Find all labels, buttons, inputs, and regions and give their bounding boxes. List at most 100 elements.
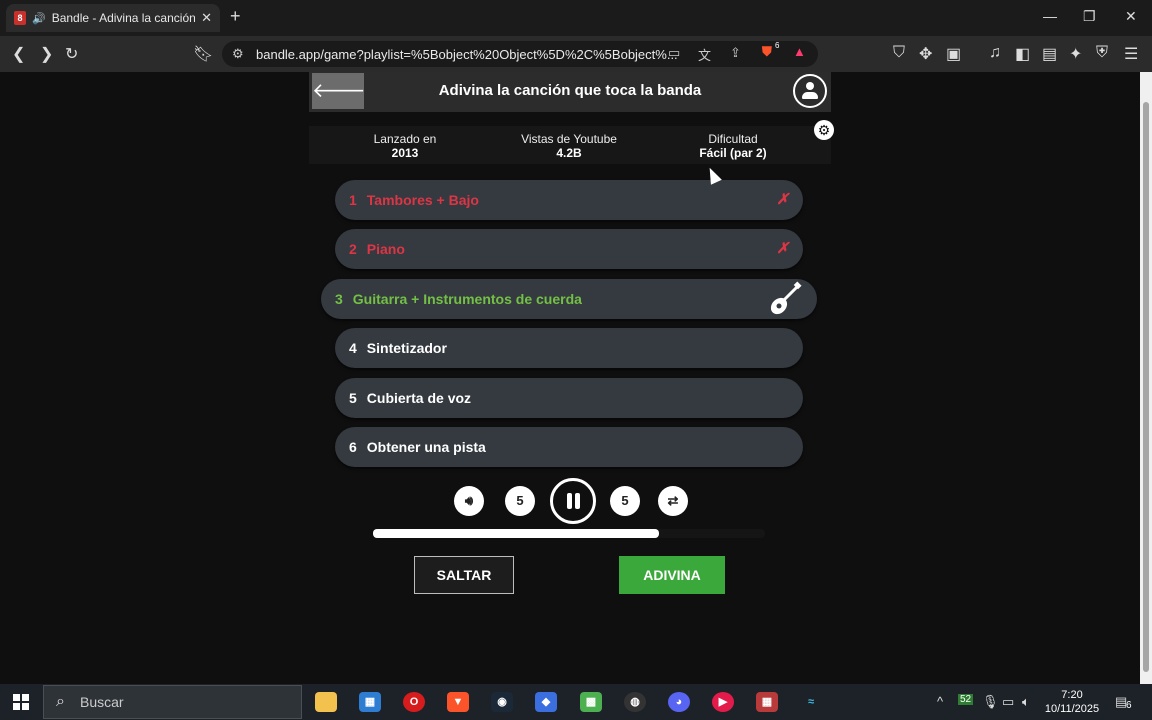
roblox-icon[interactable]: ◆ <box>535 692 557 712</box>
new-tab-button[interactable]: + <box>230 6 241 27</box>
discord-icon[interactable]: ◕ <box>668 692 690 712</box>
volume-icon: 🔊︎ <box>464 493 474 508</box>
released-label: Lanzado en <box>373 132 437 146</box>
page-scrollbar[interactable] <box>1140 72 1152 684</box>
clock[interactable]: 7:20 10/11/2025 <box>1040 688 1104 716</box>
clock-time: 7:20 <box>1061 689 1083 701</box>
sidebar-icon[interactable]: ◧ <box>1015 44 1030 64</box>
profile-icon[interactable] <box>793 74 827 108</box>
game-app-icon[interactable]: ▦ <box>756 692 778 712</box>
repeat-off-button[interactable]: ⇄ <box>658 486 688 516</box>
bookmark-icon[interactable]: 🔖︎ <box>193 44 213 64</box>
speaker-icon[interactable]: 🔊 <box>32 12 46 25</box>
repeat-off-icon: ⇄ <box>667 493 679 508</box>
skip-button[interactable]: SALTAR <box>414 556 514 594</box>
difficulty-label: Dificultad <box>708 132 758 146</box>
close-window-icon[interactable]: ✕ <box>1125 8 1137 25</box>
brave-shield-icon[interactable]: ⛊ <box>762 44 772 60</box>
back-icon[interactable]: ❮ <box>12 44 25 64</box>
taskbar-search-input[interactable]: ⌕ Buscar <box>43 685 302 719</box>
scroll-thumb[interactable] <box>1143 102 1149 672</box>
leo-ai-icon[interactable]: ✦ <box>1069 44 1082 64</box>
hint-row-number: 1 <box>349 192 357 208</box>
tab-close-icon[interactable]: ✕ <box>201 10 212 26</box>
hint-row-label: Tambores + Bajo <box>366 192 479 208</box>
store-icon[interactable]: ▦ <box>359 692 381 712</box>
page-title: Adivina la canción que toca la banda <box>438 82 702 99</box>
music-player-icon[interactable]: ▶ <box>712 692 734 712</box>
hint-row-label: Piano <box>366 241 405 257</box>
share-icon[interactable]: ⇪ <box>730 45 741 61</box>
microphone-icon[interactable]: 🎙︎ <box>982 694 999 710</box>
opera-icon[interactable]: O <box>403 692 425 712</box>
search-placeholder: Buscar <box>80 694 124 710</box>
minimize-icon[interactable]: — <box>1043 8 1057 24</box>
cast-icon[interactable]: ▭ <box>668 45 680 61</box>
wrong-mark-icon: ✗ <box>776 191 789 208</box>
translate-icon[interactable]: 文 <box>698 45 711 64</box>
minecraft-icon[interactable]: ▩ <box>580 692 602 712</box>
settings-gear-icon[interactable]: ⚙ <box>814 120 834 140</box>
audio-progress-bar[interactable] <box>373 529 765 538</box>
music-icon[interactable]: ♫ <box>989 44 1001 62</box>
reload-icon[interactable]: ↻ <box>65 44 78 64</box>
windows-taskbar: ⌕ Buscar ▦ O ▼ ◉ ◆ ▩ ◍ ◕ ▶ ▦ ≈ ^ 52 🎙︎ ▭… <box>0 684 1152 720</box>
difficulty-value: Fácil (par 2) <box>699 146 767 160</box>
hint-row-number: 5 <box>349 390 357 406</box>
brave-icon[interactable]: ▼ <box>447 692 469 712</box>
playback-controls: 🔊︎ 5 5 ⇄ <box>450 478 700 524</box>
forward-icon[interactable]: ❯ <box>40 44 53 64</box>
browser-tab[interactable]: 8 🔊 Bandle - Adivina la canción, u ✕ <box>6 4 220 32</box>
wallet-icon[interactable]: ▤ <box>1042 44 1057 64</box>
rewind-button[interactable]: 5 <box>505 486 535 516</box>
browser-tab-bar: 8 🔊 Bandle - Adivina la canción, u ✕ + —… <box>0 0 1152 36</box>
screenshot-icon[interactable]: ▣ <box>946 44 961 64</box>
steam-icon[interactable]: ◉ <box>491 692 513 712</box>
file-explorer-icon[interactable] <box>315 692 337 712</box>
hint-row-2: 2 Piano ✗ <box>335 229 803 269</box>
clock-date: 10/11/2025 <box>1044 703 1100 715</box>
site-settings-icon[interactable]: ⚙ <box>232 46 244 62</box>
menu-icon[interactable]: ☰ <box>1124 44 1138 64</box>
tray-app-icon[interactable]: 52 <box>958 694 974 705</box>
rewind-5-icon: 5 <box>516 493 524 508</box>
hint-row-number: 4 <box>349 340 357 356</box>
network-icon[interactable]: ▭ <box>1002 694 1014 710</box>
bandle-favicon-icon: 8 <box>14 11 26 25</box>
views-info: Vistas de Youtube 4.2B <box>499 132 639 160</box>
hint-row-4: 4 Sintetizador <box>335 328 803 368</box>
hint-row-label: Sintetizador <box>366 340 447 356</box>
hint-row-5: 5 Cubierta de voz <box>335 378 803 418</box>
extensions-icon[interactable]: ✥ <box>919 44 932 64</box>
vpn-icon[interactable]: ⛨ <box>1096 44 1108 62</box>
hint-row-number: 2 <box>349 241 357 257</box>
hint-row-label: Guitarra + Instrumentos de cuerda <box>352 291 582 307</box>
shield-icon[interactable]: ⛉ <box>893 44 905 62</box>
song-info-strip: Lanzado en 2013 Vistas de Youtube 4.2B D… <box>309 126 831 164</box>
windows-start-icon[interactable] <box>13 694 29 710</box>
dolphin-icon[interactable]: ≈ <box>800 692 822 712</box>
obs-icon[interactable]: ◍ <box>624 692 646 712</box>
rewards-icon[interactable]: ▲ <box>793 44 806 59</box>
guitar-icon <box>770 281 802 315</box>
restore-icon[interactable]: ❐ <box>1083 8 1096 25</box>
tray-expand-icon[interactable]: ^ <box>937 694 943 709</box>
back-button[interactable]: 🡐 <box>312 73 366 109</box>
volume-button[interactable]: 🔊︎ <box>454 486 484 516</box>
hint-row-6[interactable]: 6 Obtener una pista <box>335 427 803 467</box>
wrong-mark-icon: ✗ <box>776 240 789 257</box>
forward-5-icon: 5 <box>621 493 629 508</box>
search-icon: ⌕ <box>56 693 65 710</box>
released-value: 2013 <box>391 146 419 160</box>
address-bar[interactable]: ⚙ bandle.app/game?playlist=%5Bobject%20O… <box>222 41 818 67</box>
guess-button[interactable]: ADIVINA <box>619 556 725 594</box>
audio-progress-fill <box>373 529 660 538</box>
url-text: bandle.app/game?playlist=%5Bobject%20Obj… <box>256 46 678 62</box>
notification-count: 6 <box>1126 700 1132 711</box>
difficulty-info: Dificultad Fácil (par 2) <box>663 132 803 160</box>
hint-row-number: 6 <box>349 439 357 455</box>
forward-button[interactable]: 5 <box>610 486 640 516</box>
volume-tray-icon[interactable]: 🔈︎ <box>1022 694 1030 710</box>
pause-button[interactable] <box>550 478 596 524</box>
views-value: 4.2B <box>556 146 582 160</box>
